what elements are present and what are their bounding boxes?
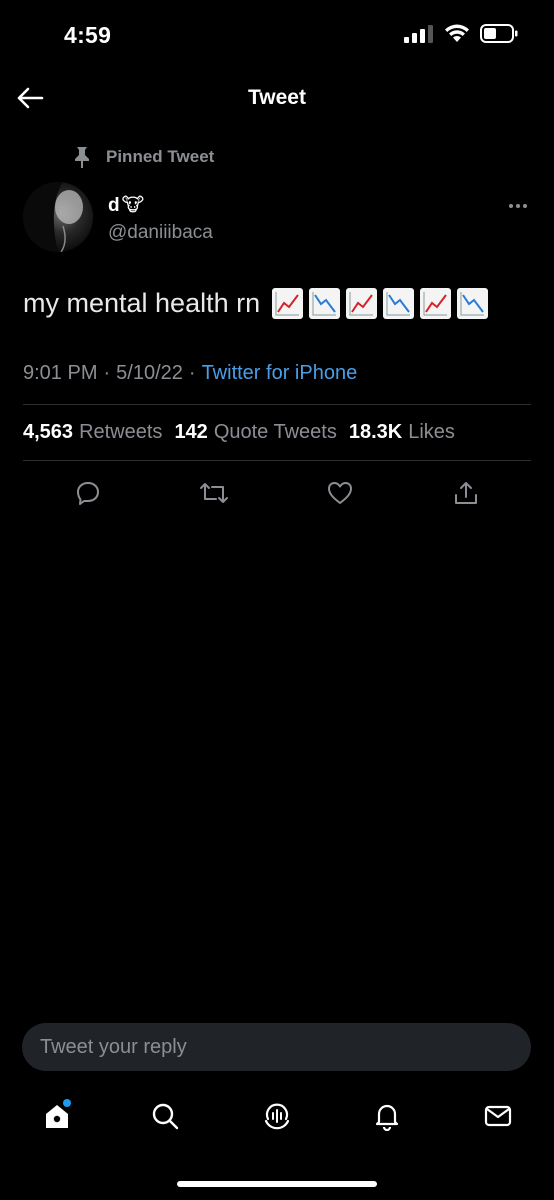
- chart-increasing-emoji: [272, 288, 304, 319]
- more-icon: [509, 204, 527, 208]
- tweet-date: 5/10/22: [116, 362, 183, 384]
- tweet-stats: 4,563 Retweets 142 Quote Tweets 18.3K Li…: [23, 421, 461, 444]
- like-button[interactable]: [323, 476, 357, 510]
- retweets-label[interactable]: Retweets: [79, 421, 162, 444]
- wifi-icon: [445, 24, 469, 42]
- author-handle[interactable]: @daniiibaca: [108, 222, 213, 244]
- avatar[interactable]: [23, 182, 93, 252]
- reply-placeholder: Tweet your reply: [40, 1036, 187, 1058]
- heart-icon: [328, 482, 352, 504]
- mail-icon: [484, 1105, 512, 1127]
- spaces-icon: [264, 1103, 290, 1130]
- status-bar: 4:59: [0, 0, 554, 70]
- chart-decreasing-emoji: [383, 288, 415, 319]
- reply-input[interactable]: Tweet your reply: [22, 1023, 531, 1071]
- header: Tweet: [0, 70, 554, 128]
- reply-button[interactable]: [71, 476, 105, 510]
- tweet-meta: 9:01 PM · 5/10/22 · Twitter for iPhone: [23, 362, 357, 385]
- status-time: 4:59: [64, 22, 112, 48]
- retweets-count[interactable]: 4,563: [23, 421, 73, 444]
- tweet-source-link[interactable]: Twitter for iPhone: [202, 362, 358, 385]
- quote-tweets-label[interactable]: Quote Tweets: [214, 421, 337, 444]
- divider: [23, 460, 531, 461]
- likes-label[interactable]: Likes: [408, 421, 455, 444]
- battery-icon: [480, 24, 518, 43]
- divider: [23, 404, 531, 405]
- status-icons: [404, 24, 518, 43]
- share-icon: [455, 482, 477, 504]
- author-display-name[interactable]: d 🐮: [108, 194, 144, 217]
- tab-messages[interactable]: [476, 1094, 520, 1138]
- display-name-text: d: [108, 194, 120, 216]
- tab-home[interactable]: [35, 1094, 79, 1138]
- bottom-tab-bar: [0, 1094, 554, 1144]
- retweet-icon: [200, 483, 228, 503]
- tweet-time: 9:01 PM: [23, 362, 98, 384]
- home-indicator: [177, 1181, 377, 1187]
- cellular-signal-icon: [404, 24, 433, 43]
- pinned-label: Pinned Tweet: [106, 147, 215, 166]
- notification-dot: [63, 1099, 71, 1107]
- likes-count[interactable]: 18.3K: [349, 421, 402, 444]
- quote-tweets-count[interactable]: 142: [174, 421, 207, 444]
- chart-decreasing-emoji: [457, 288, 489, 319]
- tweet-actions: [0, 476, 554, 510]
- tweet-text: my mental health rn: [23, 288, 494, 319]
- tab-notifications[interactable]: [365, 1094, 409, 1138]
- chart-increasing-emoji: [420, 288, 452, 319]
- tab-spaces[interactable]: [255, 1094, 299, 1138]
- more-options-button[interactable]: [506, 196, 530, 216]
- meta-separator: ·: [103, 362, 111, 384]
- page-title: Tweet: [248, 86, 306, 109]
- meta-separator: ·: [188, 362, 196, 384]
- reply-icon: [77, 482, 99, 505]
- tab-search[interactable]: [143, 1094, 187, 1138]
- cow-face-emoji: 🐮: [121, 195, 145, 216]
- bell-icon: [375, 1104, 399, 1131]
- pinned-indicator: Pinned Tweet: [72, 145, 214, 169]
- tweet-text-content: my mental health rn: [23, 288, 261, 318]
- search-icon: [152, 1103, 179, 1130]
- avatar-photo: [23, 182, 93, 252]
- chart-decreasing-emoji: [309, 288, 341, 319]
- retweet-button[interactable]: [197, 476, 231, 510]
- share-button[interactable]: [449, 476, 483, 510]
- pin-icon: [75, 147, 89, 168]
- chart-increasing-emoji: [346, 288, 378, 319]
